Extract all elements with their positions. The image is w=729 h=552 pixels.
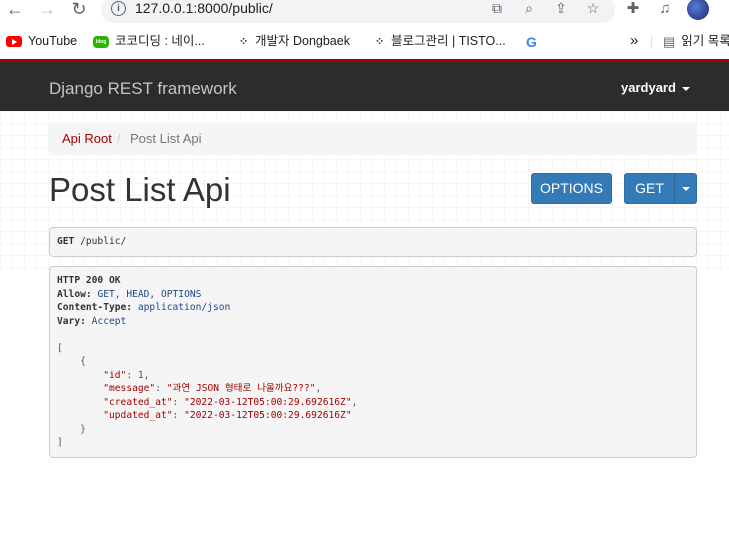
back-arrow-icon[interactable]: ←: [5, 0, 25, 20]
breadcrumb-api-root[interactable]: Api Root: [62, 123, 112, 155]
bookmark-dongbaek[interactable]: ⁘ 개발자 Dongbaek: [239, 29, 350, 53]
response-status: HTTP 200 OK: [57, 275, 121, 286]
bookmark-google[interactable]: G: [526, 29, 543, 53]
address-bar[interactable]: i 127.0.0.1:8000/public/ ⧉ ⌕ ⇪ ☆: [101, 0, 615, 23]
user-name: yardyard: [621, 80, 676, 95]
reading-list-icon: ▤: [663, 33, 676, 49]
allow-header-key: Allow:: [57, 288, 92, 300]
request-info: GET /public/: [49, 227, 697, 257]
bookmark-youtube[interactable]: YouTube: [6, 29, 77, 53]
bookmark-tistory-admin[interactable]: ⁘ 블로그관리 | TISTO...: [375, 29, 506, 53]
get-format-dropdown-button[interactable]: [674, 173, 697, 204]
extensions-puzzle-icon[interactable]: ✚: [624, 0, 642, 18]
json-key-updated-at: "updated_at": [103, 410, 173, 421]
vary-header-value: Accept: [91, 315, 127, 327]
response-info: HTTP 200 OK Allow: GET, HEAD, OPTIONS Co…: [49, 266, 697, 458]
bookmark-label: 블로그관리 | TISTO...: [391, 34, 506, 48]
browser-toolbar: ← → ↻ i 127.0.0.1:8000/public/ ⧉ ⌕ ⇪ ☆ ✚…: [0, 0, 729, 24]
bookmark-label: 개발자 Dongbaek: [255, 34, 350, 48]
youtube-icon: [6, 36, 22, 48]
reading-list-label: 읽기 목록: [681, 34, 729, 48]
content-type-header-value: application/json: [137, 302, 231, 313]
url-text[interactable]: 127.0.0.1:8000/public/: [135, 0, 273, 16]
breadcrumb-current: Post List Api: [130, 131, 202, 146]
json-close-bracket: ]: [57, 437, 63, 448]
translate-icon[interactable]: ⧉: [489, 0, 505, 16]
request-method: GET: [57, 236, 75, 247]
bookmark-naver-blog[interactable]: blog 코코디딩 : 네이...: [93, 29, 205, 53]
json-open-bracket: [: [57, 342, 63, 354]
reading-list-button[interactable]: ▤ 읽기 목록: [663, 29, 729, 53]
bookmarks-bar: YouTube blog 코코디딩 : 네이... ⁘ 개발자 Dongbaek ⁘…: [0, 29, 729, 53]
json-value-updated-at: "2022-03-12T05:00:29.692616Z": [184, 410, 352, 421]
google-icon: G: [526, 33, 537, 50]
profile-avatar[interactable]: [687, 0, 709, 20]
share-icon[interactable]: ⇪: [553, 0, 569, 16]
naver-blog-icon: blog: [93, 35, 109, 48]
zoom-icon[interactable]: ⌕: [521, 0, 537, 16]
caret-down-icon: [681, 187, 690, 192]
caret-down-icon: [681, 86, 690, 91]
bookmarks-divider: |: [650, 34, 654, 48]
bookmark-star-icon[interactable]: ☆: [585, 0, 601, 16]
media-control-icon[interactable]: ♫: [656, 0, 674, 18]
user-menu[interactable]: yardyard: [621, 80, 690, 95]
drf-navbar: Django REST framework yardyard: [0, 59, 729, 111]
more-bookmarks-button[interactable]: »: [630, 29, 638, 53]
json-close-brace: }: [80, 423, 86, 435]
content-type-header-key: Content-Type:: [57, 302, 133, 313]
options-button[interactable]: OPTIONS: [531, 173, 612, 204]
json-key-message: "message": [103, 383, 156, 394]
tistory-icon: ⁘: [239, 35, 249, 48]
json-key-id: "id": [103, 369, 127, 381]
tistory-icon: ⁘: [375, 35, 385, 48]
breadcrumb-separator: /: [117, 131, 121, 146]
json-value-message: "과연 JSON 형태로 나올까요???": [166, 383, 316, 394]
reload-icon[interactable]: ↻: [69, 0, 89, 20]
allow-header-value: GET, HEAD, OPTIONS: [97, 288, 202, 300]
json-value-created-at: "2022-03-12T05:00:29.692616Z": [184, 396, 352, 408]
json-key-created-at: "created_at": [103, 396, 173, 408]
json-open-brace: {: [80, 356, 86, 367]
breadcrumb: Api Root / Post List Api: [49, 123, 697, 155]
bookmark-label: 코코디딩 : 네이...: [115, 34, 205, 48]
bookmark-label: YouTube: [28, 34, 78, 48]
site-info-icon[interactable]: i: [111, 1, 126, 16]
vary-header-key: Vary:: [57, 315, 86, 327]
request-path: /public/: [80, 236, 127, 247]
get-button[interactable]: GET: [624, 173, 675, 204]
page-title: Post List Api: [49, 171, 231, 208]
forward-arrow-icon[interactable]: →: [37, 0, 57, 20]
navbar-brand[interactable]: Django REST framework: [49, 79, 237, 99]
